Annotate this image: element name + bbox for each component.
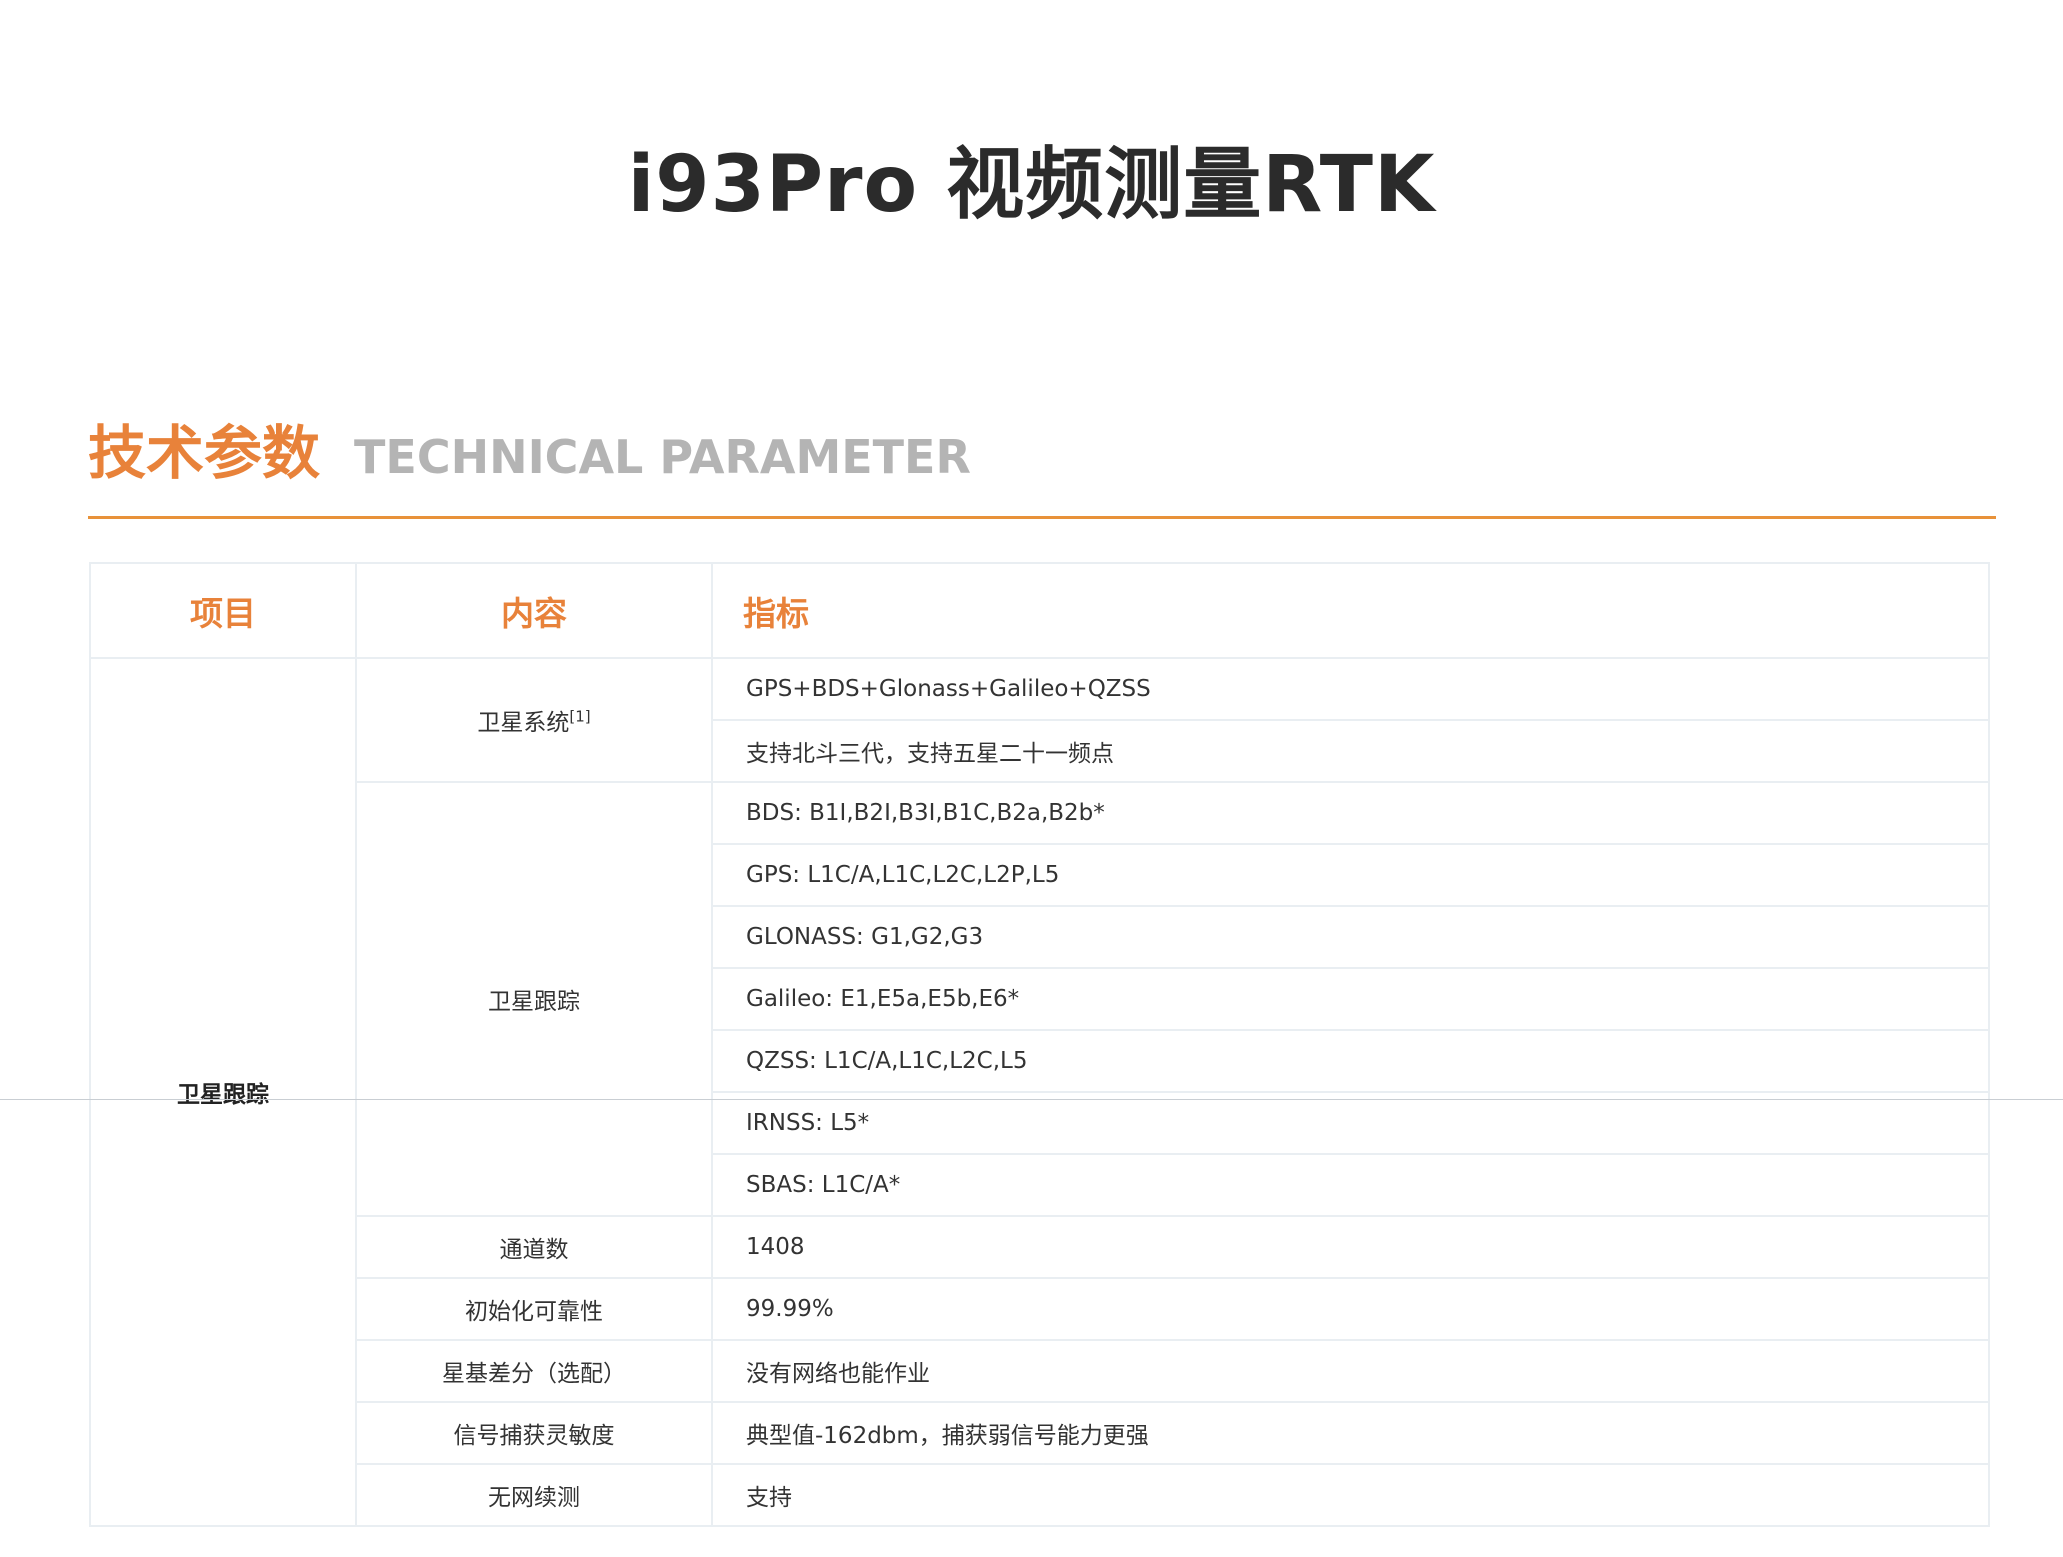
index-cell: 1408 — [711, 1215, 1990, 1279]
page-title: i93Pro 视频测量RTK — [627, 140, 1436, 230]
index-cell: 没有网络也能作业 — [711, 1339, 1990, 1403]
horizontal-rule — [0, 1099, 2063, 1100]
index-cell: 支持北斗三代，支持五星二十一频点 — [711, 719, 1990, 783]
index-cell: Galileo: E1,E5a,E5b,E6* — [711, 967, 1990, 1031]
index-cell: GLONASS: G1,G2,G3 — [711, 905, 1990, 969]
index-cell: 99.99% — [711, 1277, 1990, 1341]
index-cell: BDS: B1I,B2I,B3I,B1C,B2a,B2b* — [711, 781, 1990, 845]
table-row: 卫星跟踪 卫星系统[1] GPS+BDS+Glonass+Galileo+QZS… — [89, 657, 1990, 1527]
index-cell: IRNSS: L5* — [711, 1091, 1990, 1155]
content-cell: 通道数 — [355, 1215, 713, 1279]
category-cell: 卫星跟踪 — [89, 657, 357, 1527]
table-row: 信号捕获灵敏度 典型值-162dbm，捕获弱信号能力更强 — [90, 1401, 1990, 1465]
table-row: 卫星跟踪 BDS: B1I,B2I,B3I,B1C,B2a,B2b* — [90, 781, 1990, 1217]
section-title-en: TECHNICAL PARAMETER — [354, 430, 971, 484]
footnote-ref: [1] — [569, 707, 591, 726]
table-row: 星基差分（选配） 没有网络也能作业 — [90, 1339, 1990, 1403]
table-row: 初始化可靠性 99.99% — [90, 1277, 1990, 1341]
header-index: 指标 — [711, 562, 1990, 659]
content-cell: 卫星跟踪 — [355, 781, 713, 1217]
section-divider — [88, 516, 1996, 519]
index-cell: GPS: L1C/A,L1C,L2C,L2P,L5 — [711, 843, 1990, 907]
content-cell: 卫星系统[1] — [355, 657, 713, 783]
index-cell: 支持 — [711, 1463, 1990, 1527]
table-row: 无网续测 支持 — [90, 1463, 1990, 1527]
table-header-row: 项目 内容 指标 — [89, 562, 1990, 659]
content-cell: 星基差分（选配） — [355, 1339, 713, 1403]
content-label: 卫星系统 — [477, 710, 570, 736]
index-cell: SBAS: L1C/A* — [711, 1153, 1990, 1217]
section-header: 技术参数 TECHNICAL PARAMETER — [88, 408, 971, 498]
table-row: 通道数 1408 — [90, 1215, 1990, 1279]
content-cell: 无网续测 — [355, 1463, 713, 1527]
header-content: 内容 — [355, 562, 713, 659]
index-cell: QZSS: L1C/A,L1C,L2C,L5 — [711, 1029, 1990, 1093]
spec-table: 项目 内容 指标 卫星跟踪 卫星系统[1] GPS+BDS+Glonass+Ga… — [89, 562, 1990, 1527]
section-title-cn: 技术参数 — [88, 419, 321, 487]
content-cell: 信号捕获灵敏度 — [355, 1401, 713, 1465]
index-cell: GPS+BDS+Glonass+Galileo+QZSS — [711, 657, 1990, 721]
header-item: 项目 — [89, 562, 357, 659]
content-cell: 初始化可靠性 — [355, 1277, 713, 1341]
index-cell: 典型值-162dbm，捕获弱信号能力更强 — [711, 1401, 1990, 1465]
